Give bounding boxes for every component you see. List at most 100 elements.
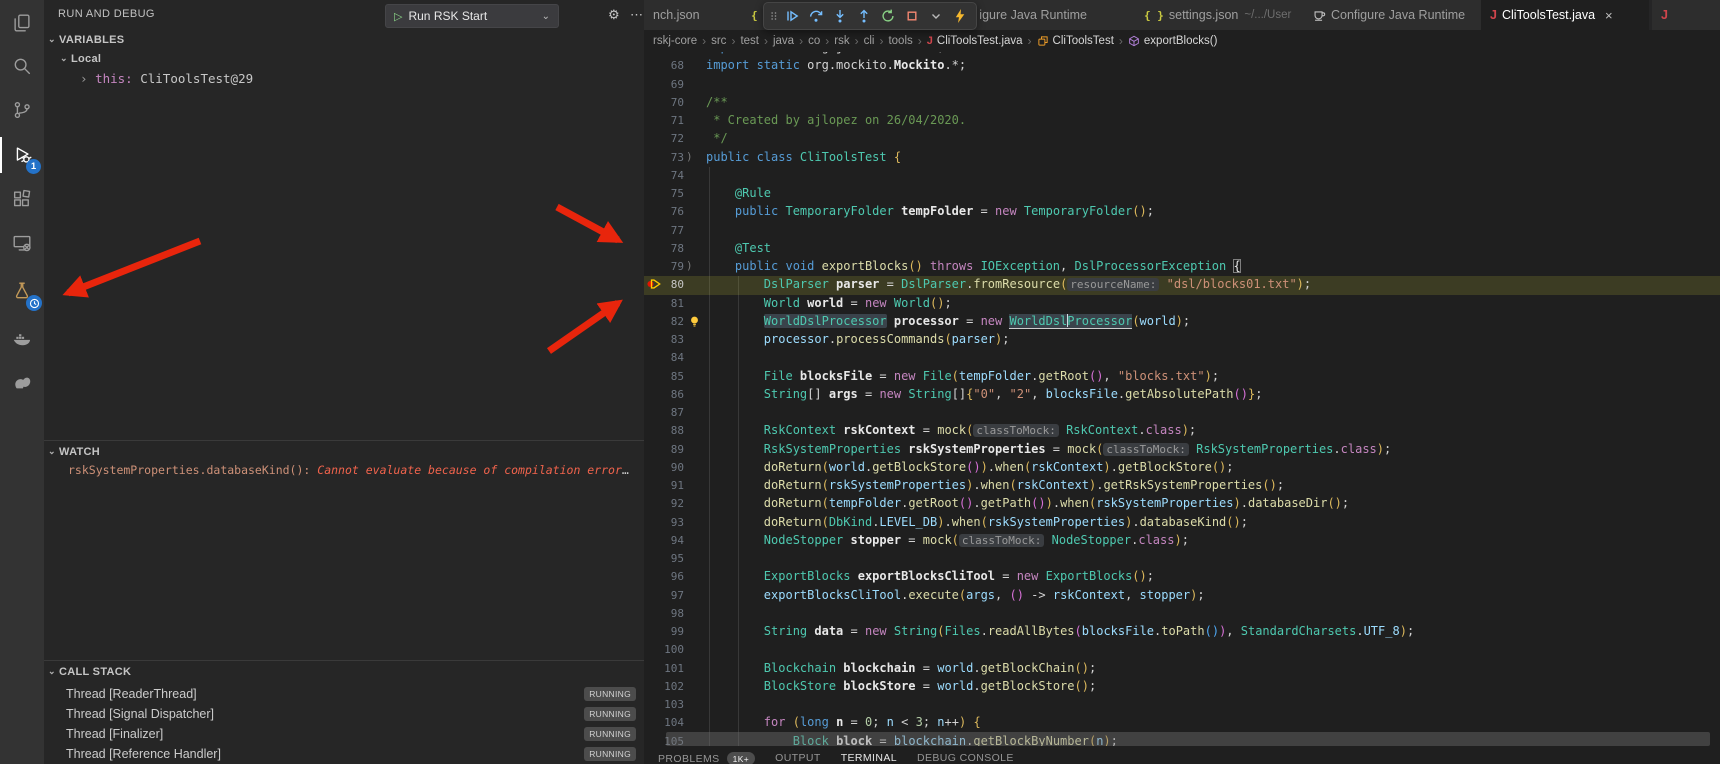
call-stack-thread-row[interactable]: Thread [Finalizer]RUNNING (44, 724, 644, 744)
line-number[interactable]: 93 (658, 516, 684, 529)
activity-search-icon[interactable] (0, 51, 44, 81)
line-number[interactable]: 73 (658, 151, 684, 164)
line-number[interactable]: 85 (658, 370, 684, 383)
code-line-93[interactable]: 93 doReturn(DbKind.LEVEL_DB).when(rskSys… (644, 514, 1720, 532)
line-number[interactable]: 68 (658, 59, 684, 72)
breadcrumb-rsk[interactable]: rsk (834, 35, 849, 47)
activity-remote-explorer-icon[interactable] (0, 228, 44, 258)
code-line-94[interactable]: 94 NodeStopper stopper = mock(classToMoc… (644, 532, 1720, 550)
code-line-72[interactable]: 72 */ (644, 130, 1720, 148)
line-number[interactable]: 95 (658, 552, 684, 565)
line-number[interactable]: 69 (658, 78, 684, 91)
editor-tab-configure-java-runtime[interactable]: Configure Java Runtime (1303, 0, 1482, 30)
line-number[interactable]: 71 (658, 114, 684, 127)
horizontal-scrollbar[interactable] (666, 732, 1710, 746)
line-number[interactable]: 86 (658, 388, 684, 401)
code-line-98[interactable]: 98 (644, 605, 1720, 623)
code-line-74[interactable]: 74 (644, 167, 1720, 185)
code-line-70[interactable]: 70/** (644, 94, 1720, 112)
code-line-73[interactable]: 73)public class CliToolsTest { (644, 149, 1720, 167)
line-number[interactable]: 97 (658, 589, 684, 602)
toolbar-chevron-down-icon[interactable] (924, 4, 948, 28)
code-line-87[interactable]: 87 (644, 404, 1720, 422)
breadcrumb-symbol-exportBlocks[interactable]: exportBlocks() (1128, 35, 1218, 47)
code-line-83[interactable]: 83 processor.processCommands(parser); (644, 331, 1720, 349)
call-stack-thread-row[interactable]: Thread [ReaderThread]RUNNING (44, 684, 644, 704)
line-number[interactable]: 75 (658, 187, 684, 200)
code-line-102[interactable]: 102 BlockStore blockStore = world.getBlo… (644, 678, 1720, 696)
activity-test-flask-icon[interactable] (0, 276, 44, 306)
panel-tab-terminal[interactable]: TERMINAL (841, 752, 897, 764)
toolbar-hot-code-replace-icon[interactable] (948, 4, 972, 28)
code-line-96[interactable]: 96 ExportBlocks exportBlocksCliTool = ne… (644, 568, 1720, 586)
line-number[interactable]: 87 (658, 406, 684, 419)
breadcrumb-cli[interactable]: cli (864, 35, 875, 47)
line-number[interactable]: 100 (658, 643, 684, 656)
line-number[interactable]: 92 (658, 497, 684, 510)
line-number[interactable]: 77 (658, 224, 684, 237)
code-line-78[interactable]: 78 @Test (644, 240, 1720, 258)
breadcrumb-symbol-CliToolsTest[interactable]: CliToolsTest (1037, 35, 1114, 47)
fold-chevron-icon[interactable]: ) (686, 150, 693, 163)
code-line-86[interactable]: 86 String[] args = new String[]{"0", "2"… (644, 386, 1720, 404)
panel-tab-problems[interactable]: PROBLEMS1K+ (658, 752, 755, 764)
line-number[interactable]: 101 (658, 662, 684, 675)
code-line-79[interactable]: 79) public void exportBlocks() throws IO… (644, 258, 1720, 276)
code-line-81[interactable]: 81 World world = new World(); (644, 295, 1720, 313)
line-number[interactable]: 90 (658, 461, 684, 474)
code-line-95[interactable]: 95 (644, 550, 1720, 568)
watch-expression-row[interactable]: rskSystemProperties.databaseKind(): Cann… (68, 463, 634, 477)
line-number[interactable]: 81 (658, 297, 684, 310)
lightbulb-icon[interactable] (688, 315, 702, 329)
variables-section-header[interactable]: ⌄ VARIABLES (44, 33, 644, 51)
activity-run-debug-icon[interactable]: 1 (0, 140, 44, 170)
line-number[interactable]: 91 (658, 479, 684, 492)
breadcrumb-src[interactable]: src (711, 35, 726, 47)
code-line-100[interactable]: 100 (644, 641, 1720, 659)
call-stack-thread-row[interactable]: Thread [Reference Handler]RUNNING (44, 744, 644, 764)
panel-tab-output[interactable]: OUTPUT (775, 752, 821, 764)
code-line-84[interactable]: 84 (644, 349, 1720, 367)
close-icon[interactable]: × (1605, 8, 1613, 23)
code-line-104[interactable]: 104 for (long n = 0; n < 3; n++) { (644, 714, 1720, 732)
variables-scope-local[interactable]: ⌄ Local (56, 52, 644, 70)
code-line-91[interactable]: 91 doReturn(rskSystemProperties).when(rs… (644, 477, 1720, 495)
line-number[interactable]: 98 (658, 607, 684, 620)
call-stack-section-header[interactable]: ⌄ CALL STACK (44, 665, 644, 683)
line-number[interactable]: 96 (658, 570, 684, 583)
ellipsis-icon[interactable]: ⋯ (630, 7, 643, 23)
call-stack-thread-row[interactable]: Thread [Signal Dispatcher]RUNNING (44, 704, 644, 724)
code-line-101[interactable]: 101 Blockchain blockchain = world.getBlo… (644, 660, 1720, 678)
toolbar-continue-icon[interactable] (780, 4, 804, 28)
breadcrumb-file[interactable]: JCliToolsTest.java (927, 35, 1023, 47)
line-number[interactable]: 89 (658, 443, 684, 456)
line-number[interactable]: 67 (658, 52, 684, 54)
activity-files-icon[interactable] (0, 8, 44, 38)
line-number[interactable]: 99 (658, 625, 684, 638)
toolbar-stop-icon[interactable] (900, 4, 924, 28)
breadcrumb-test[interactable]: test (740, 35, 759, 47)
line-number[interactable]: 82 (658, 315, 684, 328)
breadcrumb-java[interactable]: java (773, 35, 794, 47)
code-line-85[interactable]: 85 File blocksFile = new File(tempFolder… (644, 368, 1720, 386)
breadcrumb-co[interactable]: co (808, 35, 820, 47)
activity-docker-icon[interactable] (0, 324, 44, 354)
code-line-82[interactable]: 82 WorldDslProcessor processor = new Wor… (644, 313, 1720, 331)
editor-tab-partial-6[interactable]: J (1652, 0, 1720, 30)
line-number[interactable]: 104 (658, 716, 684, 729)
run-config-dropdown[interactable]: ▷ Run RSK Start ⌄ (385, 4, 559, 28)
toolbar-step-over-icon[interactable] (804, 4, 828, 28)
line-number[interactable]: 78 (658, 242, 684, 255)
line-number[interactable]: 74 (658, 169, 684, 182)
line-number[interactable]: 88 (658, 424, 684, 437)
panel-tab-debug-console[interactable]: DEBUG CONSOLE (917, 752, 1014, 764)
breadcrumb-rskj-core[interactable]: rskj-core (653, 35, 697, 47)
editor-tab-nch-json[interactable]: nch.json (644, 0, 743, 30)
editor-tab-settings-json[interactable]: { }settings.json~/.../User (1135, 0, 1304, 30)
activity-gradle-icon[interactable] (0, 367, 44, 397)
code-line-90[interactable]: 90 doReturn(world.getBlockStore()).when(… (644, 459, 1720, 477)
code-line-75[interactable]: 75 @Rule (644, 185, 1720, 203)
line-number[interactable]: 79 (658, 260, 684, 273)
code-line-99[interactable]: 99 String data = new String(Files.readAl… (644, 623, 1720, 641)
line-number[interactable]: 80 (658, 278, 684, 291)
